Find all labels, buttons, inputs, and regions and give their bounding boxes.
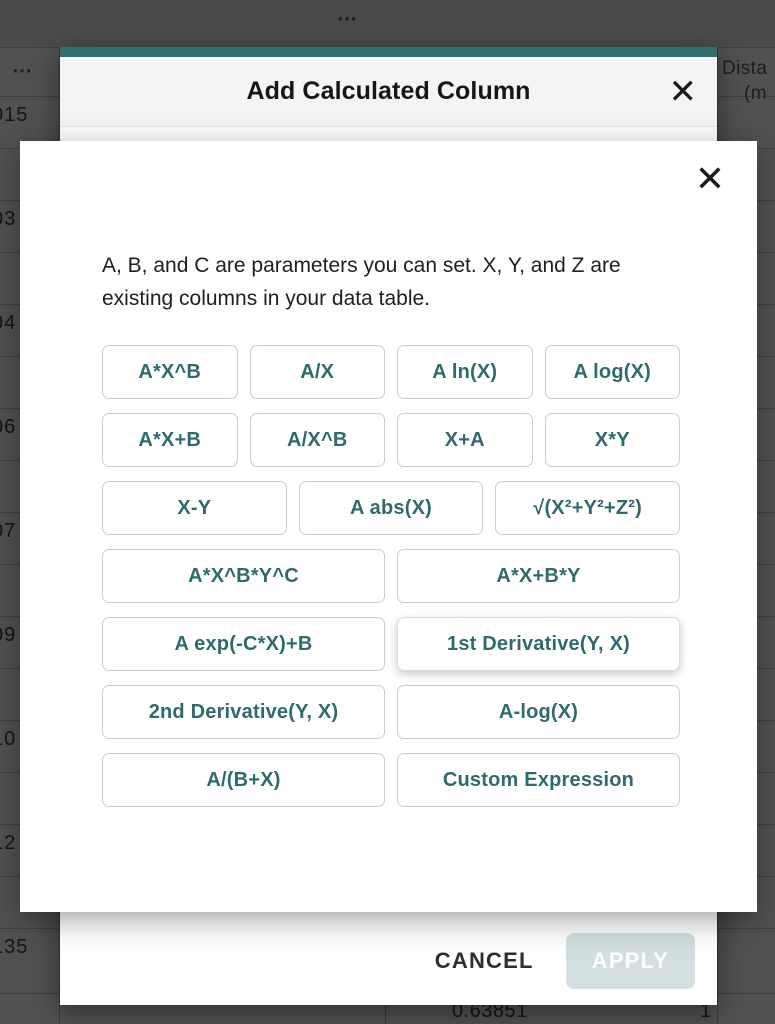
formula-button[interactable]: A/X [249, 345, 385, 399]
cancel-button[interactable]: CANCEL [417, 936, 552, 986]
formula-picker-description: A, B, and C are parameters you can set. … [102, 254, 621, 310]
table-cell: 135 [0, 936, 29, 958]
column-header-distance-line2: (m [744, 83, 767, 104]
formula-button[interactable]: 2nd Derivative(Y, X) [102, 685, 385, 739]
column-header-distance: Dista (m [722, 56, 775, 106]
formula-picker-dialog: ✕ A, B, and C are parameters you can set… [20, 141, 757, 912]
formula-button[interactable]: √(X²+Y²+Z²) [495, 481, 680, 535]
apply-button[interactable]: APPLY [565, 933, 695, 989]
formula-button[interactable]: A/X^B [249, 413, 385, 467]
formula-button[interactable]: A/(B+X) [102, 753, 385, 807]
formula-button[interactable]: A*X+B [102, 413, 238, 467]
table-header-row [0, 0, 775, 47]
formula-button[interactable]: A abs(X) [298, 481, 484, 535]
overflow-menu-icon[interactable]: ⋯ [12, 61, 35, 81]
formula-button[interactable]: A*X+B*Y [397, 549, 680, 603]
dialog-header: Add Calculated Column ✕ [60, 57, 717, 127]
column-header-distance-line1: Dista [722, 58, 768, 79]
formula-button[interactable]: A exp(-C*X)+B [102, 617, 385, 671]
overflow-menu-icon[interactable]: ⋯ [337, 9, 360, 29]
formula-button[interactable]: A log(X) [544, 345, 680, 399]
formula-button[interactable]: X+A [397, 413, 533, 467]
formula-button[interactable]: Custom Expression [397, 753, 680, 807]
formula-button-grid: A*X^B A/X A ln(X) A log(X) A*X+B A/X^B X+A X*Y X… [102, 345, 680, 807]
dialog-title: Add Calculated Column [246, 77, 531, 105]
dialog-footer: CANCEL APPLY [60, 917, 717, 1005]
formula-button[interactable]: A*X^B [102, 345, 238, 399]
formula-button[interactable]: 1st Derivative(Y, X) [397, 617, 680, 671]
formula-button[interactable]: A ln(X) [397, 345, 533, 399]
formula-button[interactable]: X-Y [102, 481, 287, 535]
close-icon[interactable]: ✕ [695, 162, 725, 198]
dialog-accent-bar [60, 47, 717, 57]
formula-button[interactable]: X*Y [544, 413, 680, 467]
formula-button[interactable]: A-log(X) [397, 685, 680, 739]
table-cell: 015 [0, 104, 29, 126]
formula-button[interactable]: A*X^B*Y^C [102, 549, 385, 603]
close-icon[interactable]: ✕ [669, 75, 698, 109]
